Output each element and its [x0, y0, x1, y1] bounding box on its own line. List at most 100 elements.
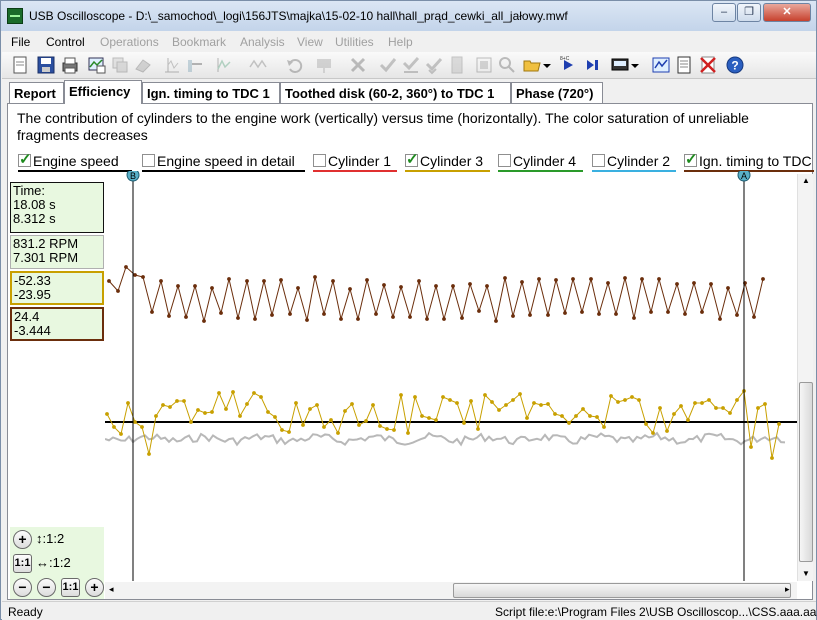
- vertical-scroll-thumb[interactable]: [799, 382, 813, 562]
- vertical-scrollbar[interactable]: ▲ ▼: [797, 174, 813, 581]
- cylinder-3-point: [588, 414, 592, 418]
- ign-timing-point: [700, 310, 704, 314]
- cylinder-3-point: [238, 414, 242, 418]
- channel-icon[interactable]: [314, 55, 334, 75]
- horizontal-scroll-thumb[interactable]: [453, 583, 791, 598]
- ign-timing-point: [460, 316, 464, 320]
- cursor-mode-icon[interactable]: [162, 55, 182, 75]
- legend-engine-speed-detail[interactable]: Engine speed in detail: [142, 153, 305, 172]
- ign-timing-point: [606, 281, 610, 285]
- cylinder-2-checkbox[interactable]: [592, 154, 605, 167]
- legend-cylinder-4[interactable]: Cylinder 4: [498, 153, 583, 172]
- window-title: USB Oscilloscope - D:\_samochod\_logi\15…: [29, 9, 568, 23]
- plot-area[interactable]: B A: [105, 171, 797, 581]
- timebase-icon[interactable]: [214, 55, 234, 75]
- cylinder-3-point: [735, 398, 739, 402]
- cylinder-3-point: [469, 399, 473, 403]
- engine-speed-detail-checkbox[interactable]: [142, 154, 155, 167]
- tab-ign-timing[interactable]: Ign. timing to TDC 1: [142, 82, 280, 104]
- chart-view-icon[interactable]: [651, 55, 671, 75]
- scroll-right-icon[interactable]: ▸: [785, 584, 790, 595]
- ign-timing-point: [709, 282, 713, 286]
- help-icon[interactable]: ?: [725, 55, 745, 75]
- report-view-icon[interactable]: [674, 55, 694, 75]
- rpm-value-b: 7.301 RPM: [13, 250, 79, 265]
- tab-toothed-disk[interactable]: Toothed disk (60-2, 360°) to TDC 1: [280, 82, 511, 104]
- measure-icon[interactable]: [185, 55, 205, 75]
- ign-timing-point: [442, 317, 446, 321]
- document-icon[interactable]: [447, 55, 467, 75]
- menu-operations[interactable]: Operations: [100, 35, 159, 49]
- legend-ign-timing[interactable]: Ign. timing to TDC: [684, 150, 814, 172]
- close-button[interactable]: ✕: [763, 3, 811, 22]
- chevron-down-icon[interactable]: [629, 55, 641, 75]
- scroll-up-icon[interactable]: ▲: [802, 176, 810, 185]
- cylinder-1-checkbox[interactable]: [313, 154, 326, 167]
- cylinder-3-point: [679, 404, 683, 408]
- scroll-left-icon[interactable]: ◂: [109, 584, 114, 595]
- check-all-icon[interactable]: [424, 55, 444, 75]
- ign-timing-point: [356, 317, 360, 321]
- delete-icon[interactable]: [348, 55, 368, 75]
- zoom-area-icon[interactable]: [497, 55, 517, 75]
- vertical-one-to-one-button[interactable]: 1:1: [13, 554, 32, 573]
- trigger-icon[interactable]: [248, 55, 268, 75]
- menu-control[interactable]: Control: [46, 35, 85, 49]
- save-icon[interactable]: [36, 55, 56, 75]
- horizontal-scrollbar[interactable]: ◂ ▸: [105, 582, 797, 599]
- menu-help[interactable]: Help: [388, 35, 413, 49]
- engine-speed-checkbox[interactable]: [18, 150, 32, 168]
- legend-cylinder-2[interactable]: Cylinder 2: [592, 153, 676, 172]
- export-image-icon[interactable]: [87, 55, 107, 75]
- restore-button[interactable]: ❐: [737, 3, 761, 22]
- zoom-out-vertical-button[interactable]: −: [13, 578, 32, 597]
- cursor-b-label: B: [130, 171, 136, 181]
- ign-timing-point: [649, 310, 653, 314]
- minimize-button[interactable]: –: [712, 3, 736, 22]
- ign-timing-point: [485, 284, 489, 288]
- new-file-icon[interactable]: [10, 55, 30, 75]
- horizontal-zoom-label: ↔:1:2: [36, 555, 71, 570]
- open-folder-icon[interactable]: [522, 55, 542, 75]
- menu-utilities[interactable]: Utilities: [335, 35, 374, 49]
- legend-cylinder-3[interactable]: Cylinder 3: [405, 150, 490, 172]
- tab-report[interactable]: Report: [9, 82, 64, 104]
- undo-icon[interactable]: [284, 55, 304, 75]
- zoom-out-horizontal-button[interactable]: −: [37, 578, 56, 597]
- menu-bookmark[interactable]: Bookmark: [172, 35, 226, 49]
- tab-phase[interactable]: Phase (720°): [511, 82, 603, 104]
- display-settings-icon[interactable]: [610, 55, 630, 75]
- ign-timing-point: [313, 275, 317, 279]
- cylinder-3-point: [476, 427, 480, 431]
- step-script-icon[interactable]: [582, 55, 602, 75]
- legend-engine-speed[interactable]: Engine speed: [18, 150, 132, 172]
- cylinder-3-point: [147, 452, 151, 456]
- zoom-fit-icon[interactable]: [474, 55, 494, 75]
- scroll-down-icon[interactable]: ▼: [802, 569, 810, 578]
- ign-value-a: 24.4: [14, 309, 40, 324]
- ign-timing-checkbox[interactable]: [684, 150, 698, 168]
- eraser-icon[interactable]: [133, 55, 153, 75]
- menu-view[interactable]: View: [297, 35, 323, 49]
- play-script-icon[interactable]: 8+C: [558, 55, 578, 75]
- menu-analysis[interactable]: Analysis: [240, 35, 285, 49]
- copy-icon[interactable]: [110, 55, 130, 75]
- zoom-in-horizontal-button[interactable]: +: [85, 578, 104, 597]
- legend-label: Cylinder 3: [420, 153, 484, 169]
- cylinder-3-checkbox[interactable]: [405, 150, 419, 168]
- ign-timing-point: [563, 311, 567, 315]
- zoom-in-vertical-button[interactable]: +: [13, 530, 32, 549]
- chevron-down-icon[interactable]: [541, 55, 553, 75]
- cylinder-4-checkbox[interactable]: [498, 154, 511, 167]
- close-document-icon[interactable]: [698, 55, 718, 75]
- ign-timing-point: [322, 312, 326, 316]
- check-down-icon[interactable]: [401, 55, 421, 75]
- cylinder-3-point: [602, 425, 606, 429]
- horizontal-one-to-one-button[interactable]: 1:1: [61, 578, 80, 597]
- print-icon[interactable]: [60, 55, 80, 75]
- tab-efficiency[interactable]: Efficiency: [64, 80, 142, 104]
- legend-cylinder-1[interactable]: Cylinder 1: [313, 153, 397, 172]
- menu-file[interactable]: File: [11, 35, 30, 49]
- ign-timing-point: [167, 314, 171, 318]
- check-icon[interactable]: [378, 55, 398, 75]
